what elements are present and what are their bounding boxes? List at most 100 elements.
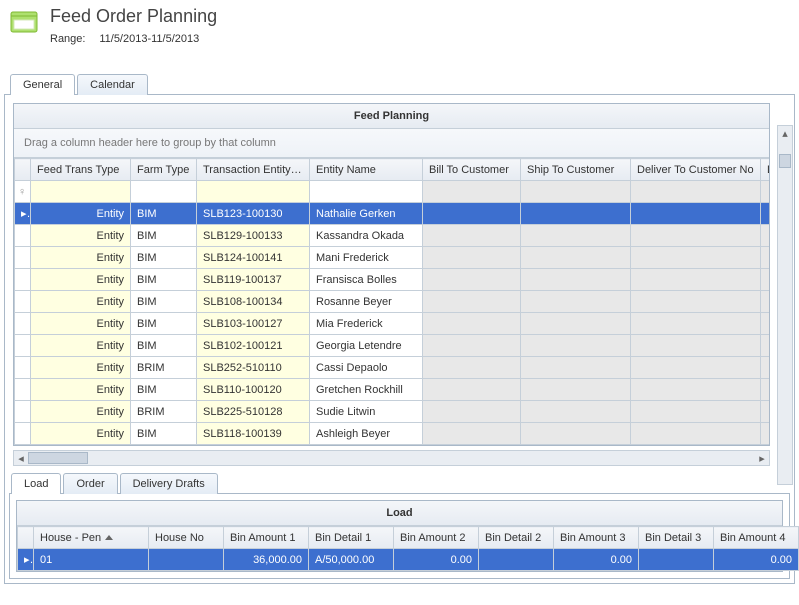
cell-entity-name: Fransisca Bolles — [310, 269, 423, 291]
tab-order[interactable]: Order — [63, 473, 117, 494]
cell-deliver-t — [761, 335, 770, 357]
scroll-thumb[interactable] — [779, 154, 791, 168]
col-entity-name[interactable]: Entity Name — [310, 159, 423, 181]
col-deliver-to-customer-no[interactable]: Deliver To Customer No — [631, 159, 761, 181]
load-row-indicator-header — [18, 527, 34, 549]
cell-deliver-to-customer-no — [631, 379, 761, 401]
col-bin-detail-3[interactable]: Bin Detail 3 — [639, 527, 714, 549]
cell-bill-to-customer — [423, 423, 521, 445]
cell-farm-type: BIM — [131, 313, 197, 335]
col-transaction-entity-id[interactable]: Transaction Entity ID — [197, 159, 310, 181]
col-bin-amount-2[interactable]: Bin Amount 2 — [394, 527, 479, 549]
cell-farm-type: BIM — [131, 291, 197, 313]
table-row[interactable]: ▸0136,000.00A/50,000.000.000.000.00 — [18, 549, 799, 571]
tab-general[interactable]: General — [10, 74, 75, 95]
load-grid-title: Load — [17, 501, 782, 526]
cell-bill-to-customer — [423, 291, 521, 313]
col-feed-trans-type[interactable]: Feed Trans Type — [31, 159, 131, 181]
col-bill-to-customer[interactable]: Bill To Customer — [423, 159, 521, 181]
table-row[interactable]: EntityBRIMSLB225-510128Sudie Litwin — [15, 401, 770, 423]
row-indicator — [15, 401, 31, 423]
tab-delivery-drafts[interactable]: Delivery Drafts — [120, 473, 218, 494]
table-row[interactable]: EntityBIMSLB129-100133Kassandra Okada — [15, 225, 770, 247]
scroll-left-arrow[interactable]: ◂ — [14, 452, 28, 465]
cell-deliver-to-customer-no — [631, 401, 761, 423]
filter-farm-type[interactable] — [131, 181, 197, 203]
scroll-right-arrow[interactable]: ▸ — [755, 452, 769, 465]
cell-ship-to-customer — [521, 269, 631, 291]
cell-ship-to-customer — [521, 225, 631, 247]
cell-deliver-to-customer-no — [631, 269, 761, 291]
cell-ship-to-customer — [521, 357, 631, 379]
hscroll-thumb[interactable] — [28, 452, 88, 464]
group-by-bar[interactable]: Drag a column header here to group by th… — [14, 129, 769, 158]
cell-entity-name: Kassandra Okada — [310, 225, 423, 247]
col-bin-amount-3[interactable]: Bin Amount 3 — [554, 527, 639, 549]
table-row[interactable]: EntityBIMSLB124-100141Mani Frederick — [15, 247, 770, 269]
filter-feed-trans-type[interactable] — [31, 181, 131, 203]
cell-farm-type: BIM — [131, 225, 197, 247]
col-house-no[interactable]: House No — [149, 527, 224, 549]
cell-deliver-t — [761, 247, 770, 269]
cell-deliver-to-customer-no — [631, 423, 761, 445]
cell-deliver-to-customer-no — [631, 247, 761, 269]
filter-deliver-t[interactable] — [761, 181, 770, 203]
row-indicator-header — [15, 159, 31, 181]
cell-ship-to-customer — [521, 313, 631, 335]
load-column-header-row: House - Pen House No Bin Amount 1 Bin De… — [18, 527, 799, 549]
filter-entity-name[interactable] — [310, 181, 423, 203]
table-row[interactable]: EntityBRIMSLB252-510110Cassi Depaolo — [15, 357, 770, 379]
scroll-up-arrow[interactable]: ▴ — [778, 126, 792, 140]
col-bin-detail-2[interactable]: Bin Detail 2 — [479, 527, 554, 549]
cell-transaction-entity-id: SLB102-100121 — [197, 335, 310, 357]
cell-farm-type: BIM — [131, 269, 197, 291]
table-row[interactable]: EntityBIMSLB110-100120Gretchen Rockhill — [15, 379, 770, 401]
cell-farm-type: BIM — [131, 335, 197, 357]
filter-deliver-to-customer-no[interactable] — [631, 181, 761, 203]
cell-entity-name: Mani Frederick — [310, 247, 423, 269]
filter-icon[interactable]: ♀ — [15, 181, 31, 203]
horizontal-scrollbar[interactable]: ◂ ▸ — [13, 450, 770, 466]
cell-farm-type: BRIM — [131, 357, 197, 379]
filter-row: ♀ — [15, 181, 770, 203]
tab-calendar[interactable]: Calendar — [77, 74, 148, 95]
tab-load[interactable]: Load — [11, 473, 61, 494]
cell-deliver-to-customer-no — [631, 203, 761, 225]
cell-bill-to-customer — [423, 247, 521, 269]
general-panel: Feed Planning Drag a column header here … — [4, 94, 795, 584]
col-bin-amount-1[interactable]: Bin Amount 1 — [224, 527, 309, 549]
filter-bill-to-customer[interactable] — [423, 181, 521, 203]
vertical-scrollbar[interactable]: ▴ — [777, 125, 793, 485]
table-row[interactable]: EntityBIMSLB119-100137Fransisca Bolles — [15, 269, 770, 291]
table-row[interactable]: ▸EntityBIMSLB123-100130Nathalie Gerken — [15, 203, 770, 225]
cell-bill-to-customer — [423, 401, 521, 423]
cell-ship-to-customer — [521, 247, 631, 269]
table-row[interactable]: EntityBIMSLB102-100121Georgia Letendre — [15, 335, 770, 357]
cell-bill-to-customer — [423, 225, 521, 247]
table-row[interactable]: EntityBIMSLB118-100139Ashleigh Beyer — [15, 423, 770, 445]
cell-deliver-to-customer-no — [631, 291, 761, 313]
col-farm-type[interactable]: Farm Type — [131, 159, 197, 181]
cell-bin-detail-3 — [639, 549, 714, 571]
cell-transaction-entity-id: SLB129-100133 — [197, 225, 310, 247]
cell-bin-detail-2 — [479, 549, 554, 571]
row-indicator — [15, 291, 31, 313]
col-bin-detail-1[interactable]: Bin Detail 1 — [309, 527, 394, 549]
cell-transaction-entity-id: SLB108-100134 — [197, 291, 310, 313]
cell-entity-name: Nathalie Gerken — [310, 203, 423, 225]
detail-panel: Load Order Delivery Drafts Load House - … — [9, 472, 790, 579]
col-ship-to-customer[interactable]: Ship To Customer — [521, 159, 631, 181]
col-deliver-t[interactable]: Deliver T — [761, 159, 770, 181]
cell-deliver-t — [761, 269, 770, 291]
table-row[interactable]: EntityBIMSLB108-100134Rosanne Beyer — [15, 291, 770, 313]
cell-feed-trans-type: Entity — [31, 379, 131, 401]
filter-transaction-entity-id[interactable] — [197, 181, 310, 203]
cell-deliver-to-customer-no — [631, 225, 761, 247]
filter-ship-to-customer[interactable] — [521, 181, 631, 203]
table-row[interactable]: EntityBIMSLB103-100127Mia Frederick — [15, 313, 770, 335]
cell-feed-trans-type: Entity — [31, 269, 131, 291]
cell-farm-type: BRIM — [131, 401, 197, 423]
col-house-pen[interactable]: House - Pen — [34, 527, 149, 549]
col-bin-amount-4[interactable]: Bin Amount 4 — [714, 527, 799, 549]
cell-bill-to-customer — [423, 269, 521, 291]
